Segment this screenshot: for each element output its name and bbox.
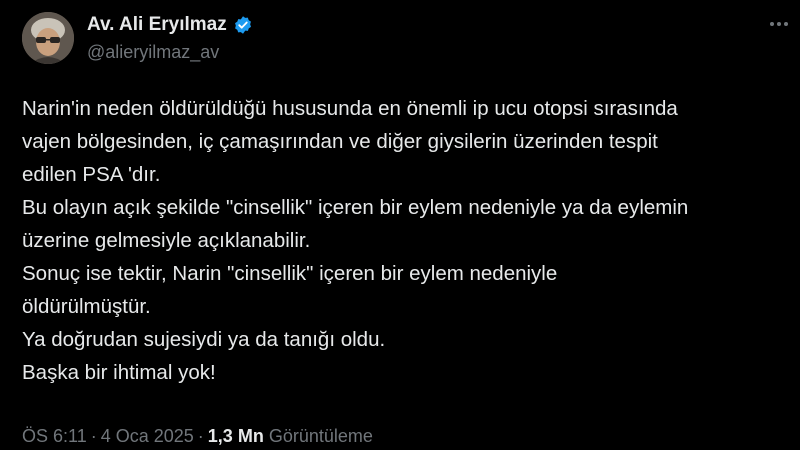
views-label: Görüntüleme xyxy=(268,426,373,446)
tweet-date[interactable]: 4 Oca 2025 xyxy=(101,426,194,447)
tweet-meta: ÖS 6:11 · 4 Oca 2025 · 1,3 Mn Görüntülem… xyxy=(22,426,373,447)
more-options-icon[interactable] xyxy=(768,13,790,35)
meta-separator: · xyxy=(197,426,204,446)
verified-badge-icon[interactable] xyxy=(233,15,253,35)
tweet-line: Ya doğrudan sujesiydi ya da tanığı oldu. xyxy=(22,328,386,351)
tweet-line: edilen PSA 'dır. xyxy=(22,163,161,186)
tweet-line: Bu olayın açık şekilde "cinsellik" içere… xyxy=(22,196,689,219)
avatar-image xyxy=(22,12,74,64)
tweet-line: Başka bir ihtimal yok! xyxy=(22,361,216,384)
tweet-line: Sonuç ise tektir, Narin "cinsellik" içer… xyxy=(22,262,558,285)
avatar[interactable] xyxy=(22,12,74,64)
tweet-time[interactable]: ÖS 6:11 xyxy=(22,426,87,447)
views-count: 1,3 Mn xyxy=(207,426,264,446)
author-name-row: Av. Ali Eryılmaz xyxy=(87,12,253,38)
tweet-line: vajen bölgesinden, iç çamaşırından ve di… xyxy=(22,130,658,153)
author-display-name[interactable]: Av. Ali Eryılmaz xyxy=(87,14,227,36)
tweet-line: öldürülmüştür. xyxy=(22,295,151,318)
author-handle[interactable]: @alieryilmaz_av xyxy=(87,42,219,63)
meta-separator: · xyxy=(90,426,97,446)
tweet-text: Narin'in neden öldürüldüğü hususunda en … xyxy=(22,92,797,389)
tweet-line: Narin'in neden öldürüldüğü hususunda en … xyxy=(22,97,678,120)
tweet-line: üzerine gelmesiyle açıklanabilir. xyxy=(22,229,311,252)
